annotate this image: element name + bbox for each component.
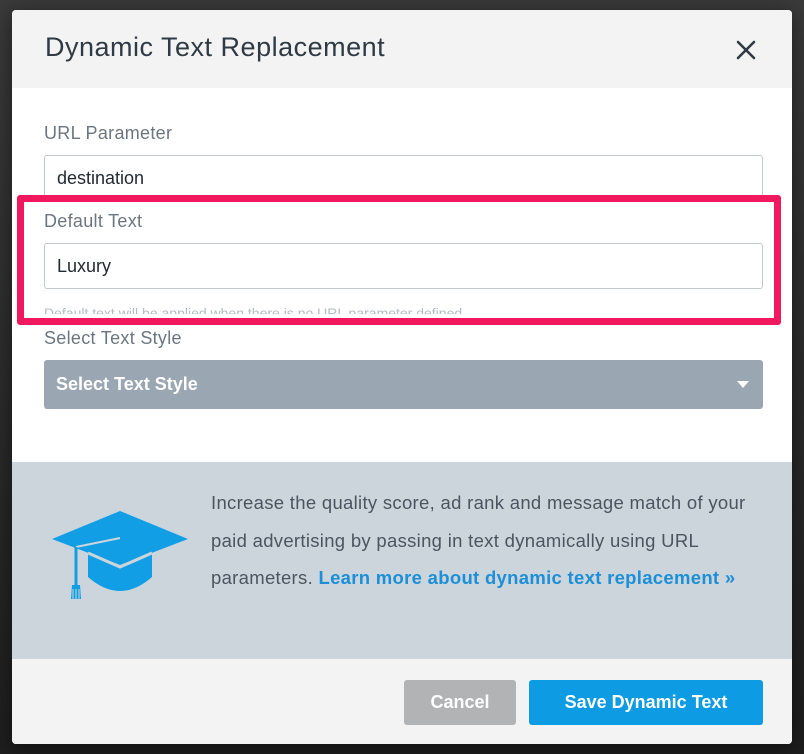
modal-title: Dynamic Text Replacement	[45, 32, 386, 62]
graduation-cap-icon	[52, 511, 188, 599]
modal-header: Dynamic Text Replacement	[12, 10, 792, 88]
info-panel: Increase the quality score, ad rank and …	[12, 462, 792, 659]
modal-footer: Cancel Save Dynamic Text	[12, 659, 792, 744]
learn-more-link[interactable]: Learn more about dynamic text replacemen…	[318, 567, 735, 588]
save-dynamic-text-button[interactable]: Save Dynamic Text	[529, 680, 763, 725]
url-parameter-input[interactable]	[44, 155, 763, 201]
close-icon	[736, 40, 756, 60]
text-style-label: Select Text Style	[44, 328, 182, 348]
chevron-down-icon	[737, 381, 749, 388]
text-style-selected-value: Select Text Style	[56, 374, 198, 394]
close-button[interactable]	[728, 32, 764, 68]
url-parameter-label: URL Parameter	[44, 123, 173, 143]
default-text-label: Default Text	[44, 211, 143, 231]
dynamic-text-modal: Dynamic Text Replacement URL Parameter D…	[12, 10, 792, 744]
text-style-select[interactable]: Select Text Style	[44, 360, 763, 409]
cancel-button[interactable]: Cancel	[404, 680, 516, 725]
info-text: Increase the quality score, ad rank and …	[211, 484, 771, 597]
default-text-helper: Default text will be applied when there …	[44, 305, 463, 314]
default-text-input[interactable]	[44, 243, 763, 289]
